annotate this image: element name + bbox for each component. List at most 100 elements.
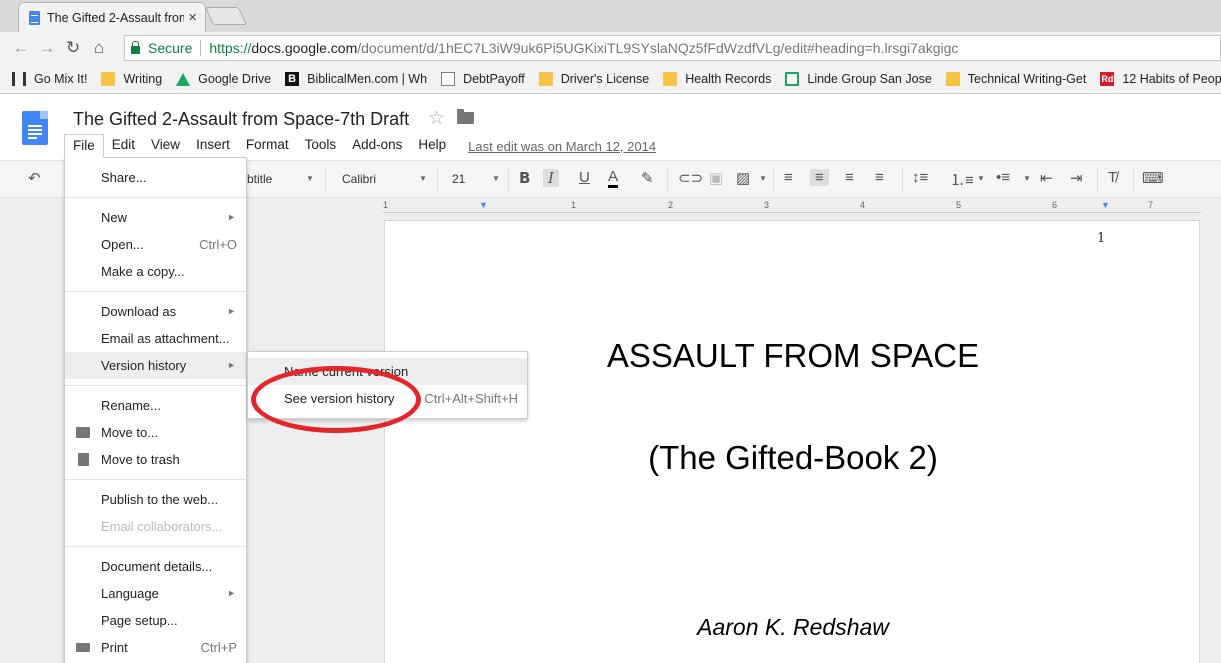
menu-item-print[interactable]: Print Ctrl+P: [65, 635, 246, 660]
indent-marker-icon[interactable]: ▼: [479, 200, 488, 210]
url-path: /document/d/1hEC7L3iW9uk6Pi5UGKixiTL9SYs…: [357, 40, 959, 56]
line-spacing-icon[interactable]: ↕≡: [912, 169, 928, 186]
bookmark-writing[interactable]: Writing: [101, 71, 163, 86]
menu-insert[interactable]: Insert: [188, 134, 238, 158]
bookmark-technical-writing[interactable]: Technical Writing-Get: [945, 71, 1087, 86]
chevron-down-icon: ▼: [492, 174, 500, 183]
comment-icon[interactable]: ▣: [709, 169, 723, 187]
menu-item-language[interactable]: Language ►: [65, 581, 246, 606]
new-tab-button[interactable]: [204, 7, 248, 25]
shortcut-label: Ctrl+Alt+Shift+H: [424, 391, 518, 406]
document-subheading[interactable]: (The Gifted-Book 2): [385, 439, 1201, 477]
menu-item-page-setup[interactable]: Page setup...: [65, 608, 246, 633]
menu-item-share[interactable]: Share...: [65, 165, 246, 190]
bold-icon[interactable]: B: [519, 169, 530, 187]
menu-item-rename[interactable]: Rename...: [65, 393, 246, 418]
menu-item-move-to[interactable]: Move to...: [65, 420, 246, 445]
undo-icon[interactable]: ↶: [28, 169, 41, 187]
menu-item-open[interactable]: Open... Ctrl+O: [65, 232, 246, 257]
menu-item-download-as[interactable]: Download as ►: [65, 299, 246, 324]
bookmark-biblicalmen[interactable]: B BiblicalMen.com | Wh: [285, 71, 428, 86]
style-select[interactable]: btitle: [247, 172, 272, 186]
document-title[interactable]: The Gifted 2-Assault from Space-7th Draf…: [73, 109, 409, 130]
document-author[interactable]: Aaron K. Redshaw: [385, 614, 1201, 641]
bookmark-drivers-license[interactable]: Driver's License: [538, 71, 649, 86]
home-icon[interactable]: ⌂: [86, 38, 112, 58]
align-left-icon[interactable]: ≡: [784, 169, 793, 186]
submenu-arrow-icon: ►: [227, 588, 236, 598]
browser-tab[interactable]: The Gifted 2-Assault from ×: [18, 2, 206, 32]
menu-format[interactable]: Format: [238, 134, 297, 158]
numbered-list-icon[interactable]: ⒈≡: [950, 169, 974, 190]
menu-add-ons[interactable]: Add-ons: [344, 134, 410, 158]
bookmark-label: Linde Group San Jose: [807, 71, 932, 86]
toolbar-divider: [667, 168, 668, 192]
menu-item-document-details[interactable]: Document details...: [65, 554, 246, 579]
document-page[interactable]: 1 ASSAULT FROM SPACE (The Gifted-Book 2)…: [384, 220, 1200, 663]
increase-indent-icon[interactable]: ⇥: [1070, 169, 1083, 187]
bulleted-list-icon[interactable]: •≡: [996, 169, 1010, 186]
menu-item-name-current-version[interactable]: Name current version: [248, 358, 527, 385]
menu-item-see-version-history[interactable]: See version history Ctrl+Alt+Shift+H: [248, 385, 527, 412]
menu-item-label: See version history: [284, 391, 395, 406]
mix-icon: [12, 71, 26, 86]
move-folder-icon[interactable]: [457, 109, 474, 124]
font-select[interactable]: Calibri: [342, 172, 376, 186]
menu-item-email-attachment[interactable]: Email as attachment...: [65, 326, 246, 351]
font-size-select[interactable]: 21: [452, 172, 465, 186]
google-docs-logo-icon[interactable]: [22, 111, 48, 145]
underline-icon[interactable]: U: [579, 169, 590, 186]
bookmark-label: 12 Habits of People W: [1122, 71, 1221, 86]
clear-formatting-icon[interactable]: T̸: [1108, 169, 1117, 186]
bookmark-label: BiblicalMen.com | Wh: [307, 71, 428, 86]
toolbar-divider: [902, 168, 903, 192]
menu-item-label: Language: [101, 586, 159, 601]
menu-item-new[interactable]: New ►: [65, 205, 246, 230]
menu-view[interactable]: View: [143, 134, 188, 158]
bookmark-label: Technical Writing-Get: [967, 71, 1087, 86]
last-edit-link[interactable]: Last edit was on March 12, 2014: [468, 139, 656, 154]
menu-separator: [65, 546, 246, 547]
menu-help[interactable]: Help: [410, 134, 454, 158]
menu-tools[interactable]: Tools: [297, 134, 345, 158]
menu-file[interactable]: File: [64, 134, 104, 158]
justify-icon[interactable]: ≡: [875, 169, 884, 186]
menu-item-move-to-trash[interactable]: Move to trash: [65, 447, 246, 472]
ruler[interactable]: 1 ▼ 1 2 3 4 5 6 ▼ 7: [383, 200, 1201, 213]
bookmark-label: Writing: [123, 71, 163, 86]
menu-separator: [65, 197, 246, 198]
bookmark-label: Google Drive: [198, 71, 272, 86]
highlight-icon[interactable]: ✎: [641, 169, 654, 187]
back-icon[interactable]: ←: [8, 38, 34, 58]
keyboard-icon[interactable]: ⌨: [1142, 169, 1164, 187]
italic-icon[interactable]: I: [543, 169, 559, 187]
bookmark-12-habits[interactable]: Rd 12 Habits of People W: [1100, 71, 1221, 86]
address-bar[interactable]: Secure https:// docs.google.com /documen…: [124, 35, 1221, 61]
text-color-icon[interactable]: A: [608, 169, 619, 188]
decrease-indent-icon[interactable]: ⇤: [1040, 169, 1053, 187]
ruler-number: 2: [668, 200, 674, 210]
link-icon[interactable]: ⊂⊃: [678, 169, 703, 187]
align-center-icon[interactable]: ≡: [810, 169, 829, 186]
menu-item-version-history[interactable]: Version history ►: [65, 352, 246, 379]
menu-item-make-copy[interactable]: Make a copy...: [65, 259, 246, 284]
toolbar-divider: [508, 168, 509, 192]
bookmark-health-records[interactable]: Health Records: [663, 71, 771, 86]
forward-icon[interactable]: →: [34, 38, 60, 58]
close-tab-icon[interactable]: ×: [188, 9, 197, 26]
align-right-icon[interactable]: ≡: [845, 169, 854, 186]
page-number: 1: [1097, 231, 1106, 246]
reload-icon[interactable]: ↻: [60, 38, 86, 58]
menu-edit[interactable]: Edit: [104, 134, 143, 158]
menu-item-publish-web[interactable]: Publish to the web...: [65, 487, 246, 512]
chevron-down-icon: ▼: [1023, 174, 1031, 183]
image-icon[interactable]: ▨: [736, 169, 750, 187]
bookmark-google-drive[interactable]: Google Drive: [176, 72, 271, 86]
menu-item-label: Version history: [101, 358, 187, 373]
star-icon[interactable]: ☆: [428, 107, 445, 130]
bookmark-debtpayoff[interactable]: DebtPayoff: [441, 71, 525, 86]
bookmark-linde-group[interactable]: Linde Group San Jose: [785, 71, 932, 86]
right-indent-marker-icon[interactable]: ▼: [1101, 200, 1110, 210]
ruler-number: 6: [1052, 200, 1058, 210]
bookmark-go-mix-it[interactable]: Go Mix It!: [12, 71, 87, 86]
